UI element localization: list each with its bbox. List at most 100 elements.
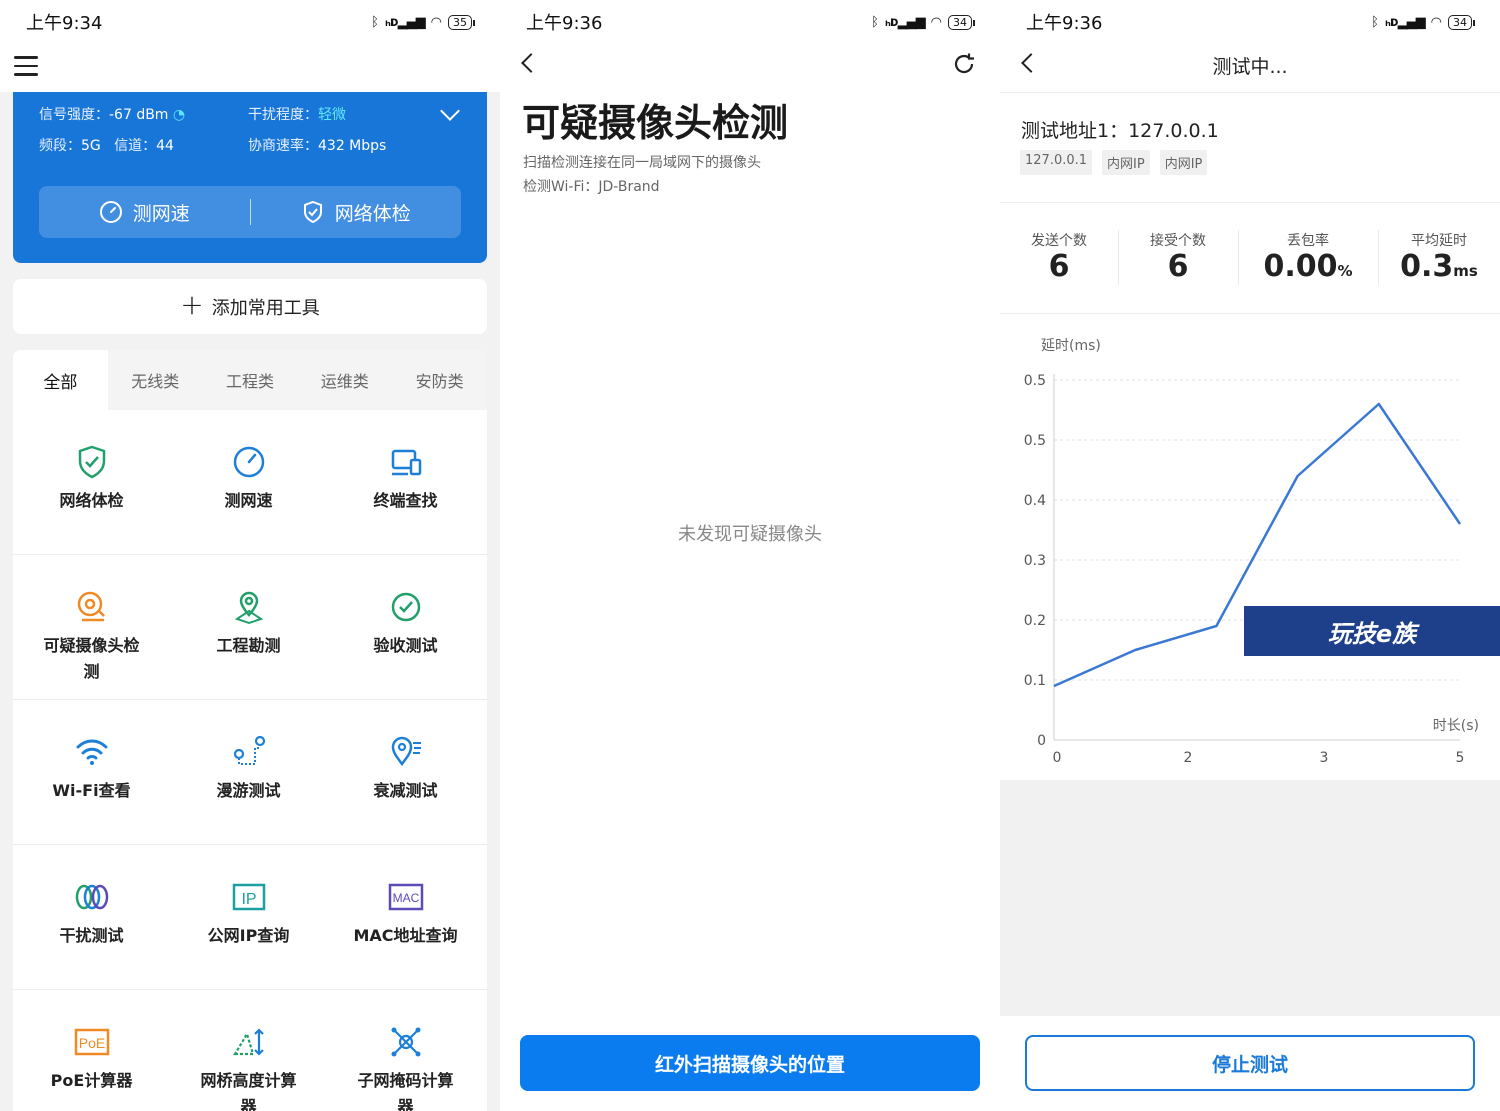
quick-actions: 测网速 网络体检 [39,186,461,238]
tool-wifi-view[interactable]: Wi-Fi查看 [13,700,170,844]
status-time: 上午9:36 [1026,13,1103,34]
speed-test-label: 测网速 [132,202,190,225]
ping-stats: 发送个数 6 接受个数 6 丢包率 0.00% 平均延时 0.3ms [1000,220,1500,300]
check-circle-icon [391,592,420,622]
speedometer-icon [233,446,264,478]
speed-test-button[interactable]: 测网速 [39,199,250,226]
camera-detect-icon [77,591,105,622]
tool-public-ip[interactable]: IP 公网IP查询 [170,845,327,989]
signal-value: -67 dBm [109,107,169,123]
x-axis-label: 时长(s) [1433,718,1479,734]
panel-toolbox: 上午9:34 ᛒ ₕᴅ▂▄▆ ◠ 35 信号强度：-67 dBm ◔ 干扰程度：… [0,0,500,1111]
wifi-icon [76,739,107,765]
add-tool-button[interactable]: + 添加常用工具 [13,279,487,334]
tool-attenuation-test[interactable]: 衰减测试 [327,700,484,844]
battery-icon: 35 [448,14,475,30]
tab-engineering[interactable]: 工程类 [203,350,298,410]
stop-test-button[interactable]: 停止测试 [1025,1035,1475,1091]
interference-level: 干扰程度：轻微 [248,104,346,124]
tool-label: MAC地址查询 [353,926,458,945]
tool-label: 终端查找 [373,491,438,510]
tool-label: 公网IP查询 [207,926,290,945]
tool-row: PoE PoE计算器 网桥高度计算器 子网掩码计算器 [13,990,487,1111]
tab-wireless[interactable]: 无线类 [108,350,203,410]
wifi-small-icon: ◔ [172,107,186,123]
lan-ip-tag: 内网IP [1159,150,1208,175]
panel-camera-detect: 上午9:36 ᛒ ₕᴅ▂▄▆ ◠ 34 可疑摄像头检测 扫描检测连接在同一局域网… [500,0,1000,1111]
subnet-icon [391,1027,420,1057]
y-tick-label: 0.1 [1024,673,1046,689]
cell-signal-icon: ₕᴅ▂▄▆ [884,14,926,30]
tool-camera-detect[interactable]: 可疑摄像头检测 [13,555,170,699]
band-value: 5G [81,138,101,154]
infrared-scan-button[interactable]: 红外扫描摄像头的位置 [520,1035,980,1091]
stat-label: 接受个数 [1150,233,1206,249]
tool-row: Wi-Fi查看 漫游测试 衰减测试 [13,700,487,845]
tool-site-survey[interactable]: 工程勘测 [170,555,327,699]
address-tags: 127.0.0.1 内网IP 内网IP [1020,150,1208,175]
y-tick-label: 0.3 [1024,553,1046,569]
y-tick-label: 0.2 [1024,613,1046,629]
tool-acceptance-test[interactable]: 验收测试 [327,555,484,699]
status-bar: 上午9:36 ᛒ ₕᴅ▂▄▆ ◠ 34 [500,0,1000,44]
page-subtitle: 扫描检测连接在同一局域网下的摄像头 [523,155,761,171]
tool-interference-test[interactable]: 干扰测试 [13,845,170,989]
tool-label: 网络体检 [59,491,124,510]
tab-security[interactable]: 安防类 [392,350,487,410]
tool-speed-test[interactable]: 测网速 [170,410,327,554]
location-pin-icon [234,591,263,625]
status-icons: ᛒ ₕᴅ▂▄▆ ◠ 35 [371,14,475,30]
tool-label: 测网速 [224,491,273,510]
y-axis-label: 延时(ms) [1041,338,1101,354]
tab-ops[interactable]: 运维类 [297,350,392,410]
rate-value: 432 Mbps [318,138,387,154]
stat-label: 平均延时 [1411,233,1467,249]
tool-label: 工程勘测 [216,636,281,655]
wifi-status-icon: ◠ [1430,14,1442,30]
stat-value: 6 [1168,250,1189,288]
tool-mac-lookup[interactable]: MAC MAC地址查询 [327,845,484,989]
x-tick-label: 3 [1320,750,1329,766]
y-tick-label: 0.5 [1024,433,1046,449]
tool-roaming-test[interactable]: 漫游测试 [170,700,327,844]
tool-label: 可疑摄像头检测 [43,636,140,681]
y-tick-label: 0.4 [1024,493,1046,509]
stat-number: 6 [1167,249,1189,284]
status-icons: ᛒ ₕᴅ▂▄▆ ◠ 34 [871,14,975,30]
signal-strength: 信号强度：-67 dBm ◔ [39,104,185,124]
mac-icon: MAC [388,883,423,911]
add-tool-label: 添加常用工具 [211,297,320,319]
interference-rings-icon [75,884,108,910]
wifi-status-icon: ◠ [930,14,942,30]
bluetooth-icon: ᛒ [371,14,379,30]
stat-number: 6 [1048,249,1070,284]
y-tick-label: 0.5 [1024,373,1046,389]
wifi-info-card: 信号强度：-67 dBm ◔ 干扰程度：轻微 频段：5G 信道：44 协商速率：… [13,92,487,263]
chevron-down-icon[interactable] [440,101,460,121]
tool-row: 可疑摄像头检测 工程勘测 验收测试 [13,555,487,700]
bridge-height-icon [232,1028,264,1056]
menu-icon[interactable] [14,56,38,76]
tab-all[interactable]: 全部 [13,350,108,410]
channel-label: 信道： [114,138,157,154]
tool-label: PoE计算器 [50,1071,133,1090]
interference-value: 轻微 [318,107,346,123]
x-tick-label: 5 [1456,750,1465,766]
refresh-icon[interactable] [952,52,976,76]
back-icon[interactable] [521,53,541,73]
tool-device-finder[interactable]: 终端查找 [327,410,484,554]
latency-chart-svg: 延时(ms) 时长(s) 0 0.1 0.2 0.3 0.4 0.5 0.5 0 2 3 5 [1024,338,1479,766]
network-checkup-label: 网络体检 [334,202,411,225]
tool-bridge-height[interactable]: 网桥高度计算器 [170,990,327,1111]
tool-label: 验收测试 [373,636,438,655]
bluetooth-icon: ᛒ [871,14,879,30]
negotiated-rate: 协商速率：432 Mbps [248,135,386,155]
tool-subnet-calculator[interactable]: 子网掩码计算器 [327,990,484,1111]
network-checkup-button[interactable]: 网络体检 [251,199,462,226]
wifi-name-line: 检测Wi-Fi：JD-Brand [523,179,660,195]
tool-network-checkup[interactable]: 网络体检 [13,410,170,554]
stat-unit: % [1337,262,1353,280]
tool-poe-calculator[interactable]: PoE PoE计算器 [13,990,170,1111]
latency-chart: 延时(ms) 时长(s) 0 0.1 0.2 0.3 0.4 0.5 0.5 0 2 3 5 [1000,314,1500,780]
tool-label: 子网掩码计算器 [357,1071,454,1111]
